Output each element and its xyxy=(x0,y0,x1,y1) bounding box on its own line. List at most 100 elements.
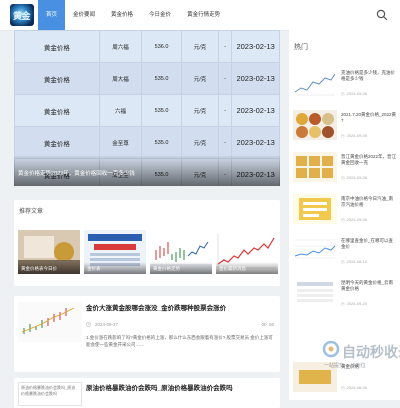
sidebar-item-date-1: ◷ 2024-09-06 xyxy=(341,91,367,96)
article-card: 金价大涨黄金股哪会涨没_金价跌哪种股票会涨价 2024-09-27 56 1.金… xyxy=(14,296,280,372)
eye-icon xyxy=(261,322,267,327)
article-title[interactable]: 金价大涨黄金股哪会涨没_金价跌哪种股票会涨价 xyxy=(86,304,274,313)
main-nav: 首页 金价要闻 黄金价格 今日金价 黄金行情走势 xyxy=(38,0,228,30)
sidebar-item-1[interactable]: 克油价格是多少钱，克油价格是多少钱 ◷ 2024-09-06 xyxy=(289,66,400,104)
sidebar-item-title-6: 昆明今天的黄金价格_云南黄金价格 xyxy=(341,280,394,291)
sidebar-item-2[interactable]: 2021.7.20黄金价格_2022黄7 ◷ 2024-09-06 xyxy=(289,108,400,146)
price-cell: 2023-02-13 xyxy=(231,62,280,95)
price-cell: 2023-02-13 xyxy=(231,94,280,127)
thumb-caption-3: 黄金价格走势 xyxy=(150,262,212,274)
clock-icon: ◷ xyxy=(341,175,345,180)
price-cell: 黄金价格 xyxy=(14,126,100,159)
sidebar-item-title-1: 克油价格是多少钱，克油价格是多少钱 xyxy=(341,70,395,81)
price-cell: 周大福 xyxy=(98,62,143,95)
nav-gold-price[interactable]: 黄金价格 xyxy=(103,0,141,30)
sidebar-item-date-3: ◷ 2024-09-06 xyxy=(341,175,367,180)
featured-thumbs: 黄金价格表今日价 金价表 黄金价格走势 金价最新消息 xyxy=(18,230,278,274)
sidebar-item-date-6: ◷ 2024-09-20 xyxy=(341,301,367,306)
sidebar-thumb-3 xyxy=(293,152,337,182)
price-row: 黄金价格 六福 535.0 元/克 -2023-02-13 xyxy=(14,94,280,127)
price-cell: 六福 xyxy=(98,94,143,127)
thumb-caption-text-1: 黄金价格表今日价 xyxy=(21,266,57,271)
price-cell: 535.0 xyxy=(141,62,182,95)
article-thumbnail[interactable] xyxy=(18,302,82,342)
featured-thumb-2[interactable]: 金价表 xyxy=(84,230,146,274)
price-cell: 535.0 xyxy=(141,94,182,127)
clock-icon: ◷ xyxy=(341,217,345,222)
thumb-caption-1: 黄金价格表今日价 xyxy=(18,262,80,274)
sidebar-date-text-3: 2024-09-06 xyxy=(346,175,367,180)
price-cell: - xyxy=(218,94,233,127)
sidebar-item-5[interactable]: 在哪里查金价_在哪可以查金价 ◷ 2024-08-10 xyxy=(289,234,400,272)
price-row: 黄金价格 周大福 535.0 元/克 -2023-02-13 xyxy=(14,62,280,95)
sidebar-date-text-1: 2024-09-06 xyxy=(346,91,367,96)
article-chart-image xyxy=(18,302,82,342)
price-cell: 周六福 xyxy=(98,30,143,63)
price-cell: 元/克 xyxy=(180,62,220,95)
nav-today-price[interactable]: 今日金价 xyxy=(141,0,179,30)
sidebar-date-text-5: 2024-08-10 xyxy=(346,259,367,264)
clock-icon: ◷ xyxy=(341,133,345,138)
featured-thumb-1[interactable]: 黄金价格表今日价 xyxy=(18,230,80,274)
price-cell: 元/克 xyxy=(180,94,220,127)
hero-caption-text: 黄金价格走势2022年，黄金价格回收一克多少钱 xyxy=(18,171,135,177)
hero-slider[interactable]: 黄金价格 周六福 536.0 元/克 -2023-02-13 黄金价格 周大福 535.0 元/… xyxy=(14,30,280,186)
sidebar-item-date-4: ◷ 2024-09-06 xyxy=(341,217,367,222)
hero-caption[interactable]: 黄金价格走势2022年，黄金价格回收一克多少钱 xyxy=(14,156,280,186)
sidebar-item-title-5: 在哪里查金价_在哪可以查金价 xyxy=(341,238,394,249)
logo-text: 黄金 xyxy=(13,11,31,21)
top-header: 黄金 首页 金价要闻 黄金价格 今日金价 黄金行情走势 xyxy=(0,0,400,31)
watermark: 自动秒收录 一站提交·一步到位 xyxy=(310,340,400,378)
nav-gold-trend[interactable]: 黄金行情走势 xyxy=(179,0,228,30)
price-cell: 金至尊 xyxy=(98,126,143,159)
clock-icon: ◷ xyxy=(341,91,345,96)
featured-thumb-4[interactable]: 金价最新消息 xyxy=(216,230,278,274)
sidebar-item-6[interactable]: 昆明今天的黄金价格_云南黄金价格 ◷ 2024-09-20 xyxy=(289,276,400,314)
sidebar-item-3[interactable]: 晋江黄金价格2022年，晋江黄金回收一克 ◷ 2024-09-06 xyxy=(289,150,400,188)
watermark-brand: 自动秒收录 xyxy=(342,344,400,360)
clock-icon: ◷ xyxy=(341,385,345,390)
sidebar-title: 热门 xyxy=(294,44,308,51)
article-excerpt: 1.金价涨在跌影响了吗?黄金价格的上涨，那么什么东西会跟着有涨价? 股票交易员 … xyxy=(86,335,273,347)
sidebar-thumb-1 xyxy=(293,68,337,98)
price-cell: - xyxy=(218,126,233,159)
sidebar-thumb-4 xyxy=(293,194,337,224)
sidebar-item-4[interactable]: 南京中油价格今日汽油_南京汽油价格 ◷ 2024-09-06 xyxy=(289,192,400,230)
sidebar-date-text-4: 2024-09-06 xyxy=(346,217,367,222)
featured-section: 推荐文章 黄金价格表今日价 金价表 黄金价格走势 金价最新消息 xyxy=(14,200,280,286)
price-cell: 黄金价格 xyxy=(14,30,100,63)
price-row: 黄金价格 金至尊 535.0 元/克 -2023-02-13 xyxy=(14,126,280,159)
sidebar-item-date-2: ◷ 2024-09-06 xyxy=(341,133,367,138)
price-cell: 黄金价格 xyxy=(14,62,100,95)
thumb-caption-4: 金价最新消息 xyxy=(216,262,278,274)
thumb-caption-text-2: 金价表 xyxy=(87,266,101,271)
featured-title: 推荐文章 xyxy=(19,209,44,215)
sidebar-date-text-7: 2024-08-06 xyxy=(346,385,367,390)
search-icon[interactable] xyxy=(376,9,388,21)
sidebar-item-date-5: ◷ 2024-08-10 xyxy=(341,259,367,264)
nav-home[interactable]: 首页 xyxy=(38,0,66,30)
featured-thumb-3[interactable]: 黄金价格走势 xyxy=(150,230,212,274)
price-cell: 2023-02-13 xyxy=(231,30,280,63)
thumb-caption-text-3: 黄金价格走势 xyxy=(153,266,180,271)
price-row: 黄金价格 周六福 536.0 元/克 -2023-02-13 xyxy=(14,30,280,63)
article-views: 56 xyxy=(261,322,274,327)
watermark-logo-icon xyxy=(322,340,340,358)
article-meta: 2024-09-27 xyxy=(86,322,118,327)
sidebar-date-text-6: 2024-09-20 xyxy=(346,301,367,306)
thumb-caption-2: 金价表 xyxy=(84,262,146,274)
price-cell: 元/克 xyxy=(180,30,220,63)
article-2-title[interactable]: 原油价格暴跌油价会跌吗_原油价格暴跌油价会跌吗 xyxy=(86,384,274,393)
price-cell: 元/克 xyxy=(180,126,220,159)
sidebar-thumb-6 xyxy=(293,278,337,308)
price-cell: 2023-02-13 xyxy=(231,126,280,159)
nav-gold-news[interactable]: 金价要闻 xyxy=(65,0,103,30)
clock-icon xyxy=(86,322,91,327)
article-2-image-alt[interactable]: 原油价格暴跌油价会跌吗_原油价格暴跌油价会跌吗 xyxy=(18,382,82,406)
sidebar-thumb-5 xyxy=(293,236,337,266)
clock-icon: ◷ xyxy=(341,259,345,264)
sidebar-date-text-2: 2024-09-06 xyxy=(346,133,367,138)
sidebar-item-title-4: 南京中油价格今日汽油_南京汽油价格 xyxy=(341,196,394,207)
site-logo[interactable]: 黄金 xyxy=(10,4,34,26)
price-cell: 536.0 xyxy=(141,30,182,63)
